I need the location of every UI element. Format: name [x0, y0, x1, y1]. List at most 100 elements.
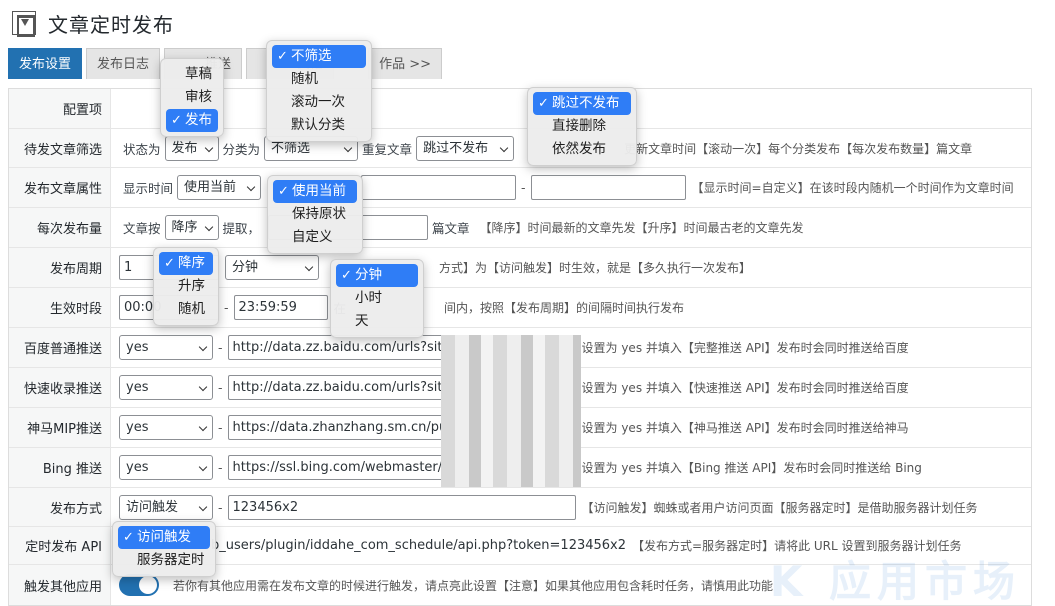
range-dash: - — [521, 180, 526, 195]
order-option-desc[interactable]: ✓ 降序 — [159, 252, 213, 275]
method-note: 【访问触发】蜘蛛或者用户访问页面【服务器定时】是借助服务器计划任务 — [581, 500, 978, 515]
attr-note: 【显示时间=自定义】在该时段内随机一个时间作为文章时间 — [691, 181, 1014, 195]
unit-option-minute[interactable]: ✓ 分钟 — [336, 264, 418, 287]
check-icon: ✓ — [538, 96, 549, 111]
category-option-default[interactable]: 默认分类 — [272, 114, 366, 137]
check-icon: ✓ — [123, 530, 134, 545]
status-dropdown-menu: 草稿 审核 ✓ 发布 — [160, 58, 224, 137]
repeat-option-skip[interactable]: ✓ 跳过不发布 — [533, 92, 631, 115]
redacted-blur — [441, 335, 581, 487]
window-end-input[interactable]: 23:59:59 — [233, 295, 328, 320]
time-end-input[interactable] — [530, 175, 686, 200]
check-icon: ✓ — [171, 113, 182, 128]
api-url[interactable]: b_users/plugin/iddahe_com_schedule/api.p… — [211, 538, 626, 553]
api-label: 定时发布 API — [9, 527, 111, 564]
tab-publish-settings[interactable]: 发布设置 — [8, 48, 83, 79]
unit-dropdown-menu: ✓ 分钟 小时 天 — [330, 259, 424, 338]
watermark-logo: K 应用市场 — [769, 557, 1021, 606]
bing-note: 设置为 yes 并填入【Bing 推送 API】发布时会同时推送给 Bing — [581, 461, 922, 475]
baidu-label: 百度普通推送 — [9, 328, 111, 367]
baidu-enabled-select[interactable]: yes — [119, 335, 213, 360]
order-dropdown-menu: ✓ 降序 升序 随机 — [153, 247, 219, 326]
category-option-roll-once[interactable]: 滚动一次 — [272, 91, 366, 114]
attr-row: 发布文章属性 显示时间 使用当前 - 【显示时间=自定义】在该时段内随机一个时间… — [9, 168, 1031, 208]
fast-note: 设置为 yes 并填入【快速推送 API】发布时会同时推送给百度 — [581, 381, 909, 395]
trigger-toggle[interactable] — [119, 574, 159, 596]
check-icon: ✓ — [341, 268, 352, 283]
method-option-visit[interactable]: ✓ 访问触发 — [118, 526, 210, 549]
filter-note: 更新文章时间【滚动一次】每个分类发布【每次发布数量】篇文章 — [624, 141, 973, 156]
fast-label: 快速收录推送 — [9, 368, 111, 407]
category-prefix: 分类为 — [222, 141, 261, 157]
window-label: 生效时段 — [9, 288, 111, 327]
window-dash: - — [224, 300, 229, 315]
extract-text: 提取， — [222, 221, 261, 236]
trigger-note: 若你有其他应用需在发布文章的时候进行触发，请点亮此设置【注意】如果其他应用包含耗… — [173, 578, 774, 593]
check-icon: ✓ — [277, 49, 288, 64]
check-icon: ✓ — [278, 184, 289, 199]
time-option-custom[interactable]: 自定义 — [273, 226, 357, 249]
count-note: 【降序】时间最新的文章先发【升序】时间最古老的文章先发 — [479, 221, 804, 235]
tab-works[interactable]: 作品 >> — [368, 48, 442, 79]
count-suffix: 篇文章 — [432, 221, 470, 236]
status-prefix: 状态为 — [123, 141, 161, 157]
unit-option-hour[interactable]: 小时 — [336, 287, 418, 310]
method-dropdown-menu: ✓ 访问触发 服务器定时 — [112, 521, 216, 577]
trigger-label: 触发其他应用 — [9, 565, 111, 605]
time-dropdown-menu: ✓ 使用当前 保持原状 自定义 — [267, 175, 363, 254]
category-option-none[interactable]: ✓ 不筛选 — [272, 45, 366, 68]
category-option-random[interactable]: 随机 — [272, 68, 366, 91]
attr-label: 发布文章属性 — [9, 168, 111, 207]
status-select[interactable]: 发布 — [164, 135, 219, 161]
time-select[interactable]: 使用当前 — [177, 175, 262, 200]
shenma-dash: - — [218, 420, 223, 435]
time-option-current[interactable]: ✓ 使用当前 — [273, 180, 357, 203]
fast-dash: - — [218, 380, 223, 395]
bing-dash: - — [218, 460, 223, 475]
period-unit-select[interactable]: 分钟 — [225, 255, 319, 280]
time-start-input[interactable] — [361, 175, 517, 200]
tab-publish-log[interactable]: 发布日志 — [86, 48, 161, 79]
baidu-note: 设置为 yes 并填入【完整推送 API】发布时会同时推送给百度 — [581, 341, 909, 355]
count-label: 每次发布量 — [9, 208, 111, 247]
method-option-server-cron[interactable]: 服务器定时 — [118, 549, 210, 572]
method-select[interactable]: 访问触发 — [119, 494, 213, 520]
order-option-random[interactable]: 随机 — [159, 298, 213, 321]
order-select[interactable]: 降序 — [164, 215, 219, 240]
period-label: 发布周期 — [9, 248, 111, 287]
window-note: 间内，按照【发布周期】的间隔时间执行发布 — [444, 301, 685, 315]
check-icon: ✓ — [164, 256, 175, 271]
count-prefix: 文章按 — [123, 221, 161, 236]
repeat-option-delete[interactable]: 直接删除 — [533, 115, 631, 138]
count-row: 每次发布量 文章按 降序 提取， 篇文章 【降序】时间最新的文章先发【升序】时间… — [9, 208, 1031, 248]
shenma-label: 神马MIP推送 — [9, 408, 111, 447]
repeat-dropdown-menu: ✓ 跳过不发布 直接删除 依然发布 — [527, 87, 637, 166]
filter-label: 待发文章筛选 — [9, 129, 111, 167]
repeat-option-still-publish[interactable]: 依然发布 — [533, 138, 631, 161]
status-option-draft[interactable]: 草稿 — [166, 63, 218, 86]
page-header: 文章定时发布 — [12, 8, 174, 38]
category-dropdown-menu: ✓ 不筛选 随机 滚动一次 默认分类 — [266, 40, 372, 142]
method-dash: - — [218, 499, 223, 515]
order-option-asc[interactable]: 升序 — [159, 275, 213, 298]
bing-label: Bing 推送 — [9, 448, 111, 487]
shenma-enabled-select[interactable]: yes — [119, 415, 213, 440]
fast-enabled-select[interactable]: yes — [119, 375, 213, 400]
status-option-publish[interactable]: ✓ 发布 — [166, 109, 218, 132]
repeat-prefix: 重复文章 — [362, 141, 413, 157]
bing-enabled-select[interactable]: yes — [119, 455, 213, 480]
time-prefix: 显示时间 — [123, 181, 174, 196]
method-label: 发布方式 — [9, 488, 111, 526]
tab-bar: 发布设置 发布日志 推送 其他 作品 >> — [8, 48, 446, 79]
repeat-select[interactable]: 跳过不发布 — [416, 135, 515, 161]
hourglass-icon — [12, 11, 36, 37]
unit-option-day[interactable]: 天 — [336, 310, 418, 333]
token-input[interactable]: 123456x2 — [227, 494, 576, 520]
baidu-dash: - — [218, 340, 223, 355]
shenma-note: 设置为 yes 并填入【神马推送 API】发布时会同时推送给神马 — [581, 421, 909, 435]
page-title: 文章定时发布 — [48, 12, 174, 37]
period-note: 方式】为【访问触发】时生效，就是【多久执行一次发布】 — [439, 261, 752, 275]
time-option-keep[interactable]: 保持原状 — [273, 203, 357, 226]
header-label: 配置项 — [9, 89, 111, 128]
status-option-review[interactable]: 审核 — [166, 86, 218, 109]
